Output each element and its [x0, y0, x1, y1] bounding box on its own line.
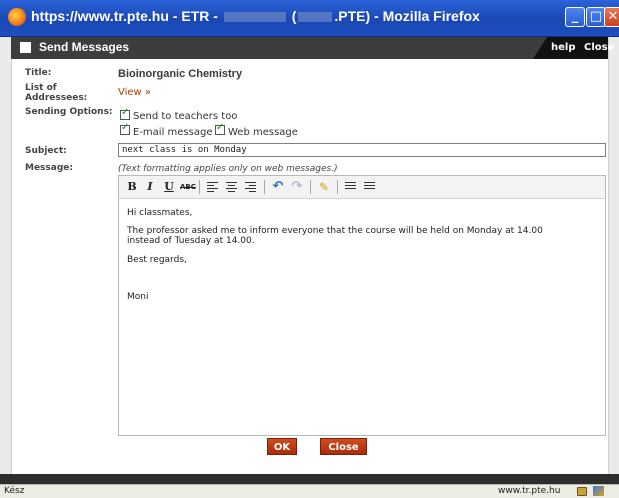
- help-link[interactable]: help: [551, 42, 576, 53]
- editor-toolbar: B I U ABC ↶ ↷ ✎: [119, 176, 605, 199]
- dialog-header: Send Messages help Close: [11, 37, 614, 59]
- title-label: Title:: [25, 68, 52, 78]
- email-checkbox-label: E-mail message: [133, 127, 213, 138]
- web-checkbox-label: Web message: [228, 127, 298, 138]
- toolbar-separator: [310, 180, 311, 194]
- view-addressees-link[interactable]: View »: [118, 87, 151, 98]
- numbered-list-icon[interactable]: [364, 182, 375, 192]
- left-frame: [0, 37, 12, 485]
- redacted-name: [223, 12, 286, 23]
- message-editor[interactable]: B I U ABC ↶ ↷ ✎ Hi classmates, The profe…: [118, 175, 606, 436]
- title-prefix: https://www.tr.pte.hu - ETR -: [31, 8, 222, 24]
- email-checkbox[interactable]: [120, 122, 130, 135]
- teachers-checkbox[interactable]: [120, 107, 130, 120]
- header-divider: [533, 37, 547, 59]
- align-left-icon[interactable]: [207, 182, 218, 192]
- course-title: Bioinorganic Chemistry: [118, 68, 243, 80]
- title-mid: (: [287, 8, 297, 24]
- subject-label: Subject:: [25, 146, 67, 156]
- dialog-title: Send Messages: [39, 40, 130, 54]
- minimize-button[interactable]: _: [565, 7, 585, 27]
- toolbar-separator: [264, 180, 265, 194]
- toolbar-separator: [337, 180, 338, 194]
- redo-icon[interactable]: ↷: [290, 179, 304, 195]
- format-note: (Text formatting applies only on web mes…: [118, 164, 338, 174]
- bold-button[interactable]: B: [126, 179, 138, 195]
- message-line: Hi classmates,: [127, 208, 193, 218]
- bottom-frame: [0, 474, 619, 484]
- status-bar: Kész www.tr.pte.hu: [0, 484, 619, 498]
- subject-input[interactable]: next class is on Monday: [118, 143, 606, 157]
- sending-options-label: Sending Options:: [25, 107, 113, 117]
- status-text: Kész: [4, 486, 25, 496]
- maximize-button[interactable]: □: [586, 7, 606, 27]
- teachers-checkbox-label: Send to teachers too: [133, 111, 238, 122]
- message-line: instead of Tuesday at 14.00.: [127, 236, 255, 246]
- message-line: Moni: [127, 292, 149, 302]
- underline-button[interactable]: U: [163, 179, 175, 195]
- toolbar-separator: [199, 180, 200, 194]
- message-line: The professor asked me to inform everyon…: [127, 226, 543, 236]
- undo-icon[interactable]: ↶: [271, 179, 285, 195]
- addressees-label: List of Addressees:: [25, 83, 88, 103]
- clean-format-icon[interactable]: ✎: [317, 179, 331, 195]
- title-suffix: .PTE) - Mozilla Firefox: [334, 8, 480, 24]
- status-url: www.tr.pte.hu: [498, 486, 561, 496]
- redacted-id: [298, 12, 333, 23]
- bullet-list-icon[interactable]: [345, 182, 356, 192]
- ok-button[interactable]: OK: [267, 438, 297, 455]
- window-titlebar: https://www.tr.pte.hu - ETR - ( .PTE) - M…: [0, 0, 619, 37]
- header-close-link[interactable]: Close: [584, 42, 614, 53]
- lock-icon[interactable]: [577, 487, 587, 496]
- window-title: https://www.tr.pte.hu - ETR - ( .PTE) - M…: [31, 8, 480, 24]
- window-close-button[interactable]: ✕: [604, 7, 619, 27]
- align-center-icon[interactable]: [226, 182, 237, 192]
- status-tray-icon[interactable]: [593, 486, 604, 496]
- message-label: Message:: [25, 163, 73, 173]
- firefox-icon: [8, 8, 26, 26]
- right-frame: [608, 37, 619, 485]
- message-line: Best regards,: [127, 255, 187, 265]
- strikethrough-button[interactable]: ABC: [180, 179, 196, 195]
- close-button[interactable]: Close: [320, 438, 367, 455]
- web-checkbox[interactable]: [215, 122, 225, 135]
- italic-button[interactable]: I: [144, 179, 156, 195]
- dialog-square-icon: [20, 42, 31, 53]
- align-right-icon[interactable]: [245, 182, 256, 192]
